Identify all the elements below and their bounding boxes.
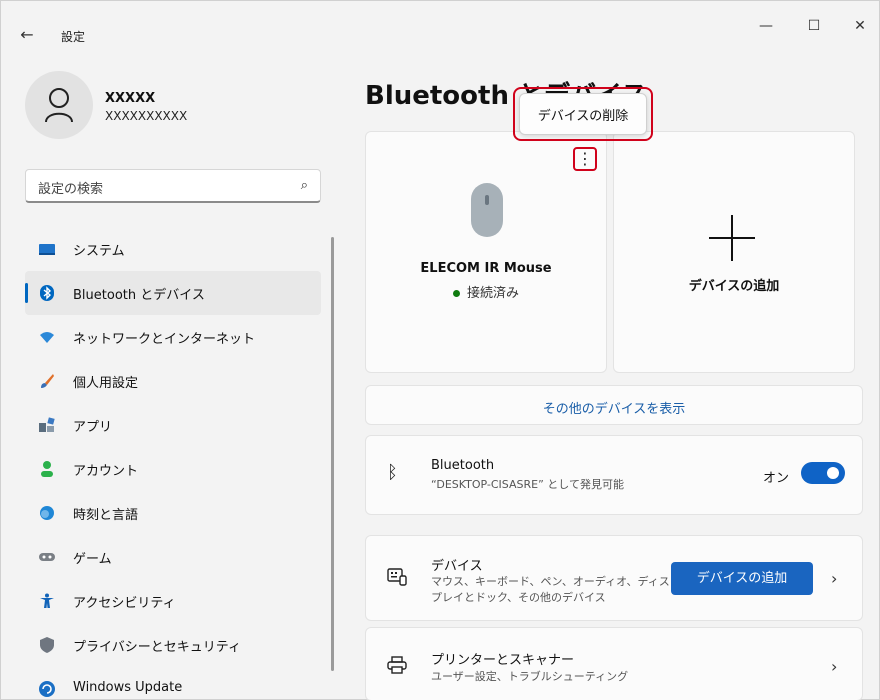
sidebar-item-label: ゲーム — [73, 552, 112, 567]
chevron-right-icon[interactable]: › — [831, 657, 837, 676]
plus-icon — [709, 215, 755, 261]
sidebar-item-label: アクセシビリティ — [73, 596, 176, 611]
system-icon — [39, 244, 55, 255]
sidebar-item-network[interactable]: ネットワークとインターネット — [25, 315, 321, 359]
bluetooth-toggle[interactable] — [801, 462, 845, 484]
sidebar-item-gaming[interactable]: ゲーム — [25, 535, 321, 579]
avatar[interactable] — [25, 71, 93, 139]
brush-icon — [41, 374, 54, 388]
sidebar-item-label: Bluetooth とデバイス — [73, 288, 205, 303]
add-device-card-label: デバイスの追加 — [688, 279, 780, 294]
sidebar-item-label: アプリ — [73, 420, 113, 435]
app-title: 設定 — [61, 30, 86, 44]
sidebar-item-label: ネットワークとインターネット — [73, 332, 256, 347]
shield-icon — [40, 637, 54, 653]
wifi-icon — [40, 332, 54, 343]
update-icon — [39, 681, 55, 697]
printers-title: プリンターとスキャナー — [431, 653, 575, 668]
toggle-knob — [827, 467, 839, 479]
user-name: XXXXX — [105, 91, 156, 106]
settings-window: ← 設定 — ☐ ✕ XXXXX XXXXXXXXXX 設定の検索 ⌕ システム… — [0, 0, 880, 700]
sidebar-item-windows-update[interactable]: Windows Update — [25, 667, 321, 700]
show-more-devices-label: その他のデバイスを表示 — [542, 402, 686, 417]
account-icon — [41, 461, 53, 477]
device-status: 接続済み — [365, 282, 607, 301]
mouse-icon — [471, 183, 503, 237]
chevron-right-icon[interactable]: › — [831, 569, 837, 588]
sidebar-item-apps[interactable]: アプリ — [25, 403, 321, 447]
device-status-text: 接続済み — [466, 286, 519, 301]
printer-icon — [387, 656, 407, 674]
back-icon[interactable]: ← — [15, 23, 39, 47]
sidebar-item-label: 個人用設定 — [73, 376, 139, 391]
sidebar-item-accounts[interactable]: アカウント — [25, 447, 321, 491]
sidebar-scrollbar[interactable] — [331, 237, 334, 671]
selection-indicator — [25, 283, 28, 303]
search-icon: ⌕ — [300, 178, 308, 193]
bluetooth-title: Bluetooth — [431, 458, 495, 473]
devices-description-line1: マウス、キーボード、ペン、オーディオ、ディス — [431, 575, 670, 588]
more-options-button[interactable]: ⋮ — [573, 147, 597, 171]
sidebar-item-personalization[interactable]: 個人用設定 — [25, 359, 321, 403]
search-placeholder: 設定の検索 — [38, 182, 104, 197]
add-device-button[interactable]: デバイスの追加 — [671, 562, 813, 595]
sidebar-item-bluetooth[interactable]: Bluetooth とデバイス — [25, 271, 321, 315]
sidebar-nav: システム Bluetooth とデバイス ネットワークとインターネット 個人用設… — [25, 227, 321, 700]
search-input[interactable]: 設定の検索 ⌕ — [25, 169, 321, 203]
apps-icon — [39, 417, 55, 432]
device-card[interactable] — [365, 131, 607, 373]
bluetooth-subtitle: “DESKTOP-CISASRE” として発見可能 — [431, 478, 624, 491]
bluetooth-state-label: オン — [763, 471, 790, 486]
highlight-box — [513, 87, 653, 141]
keyboard-device-icon — [387, 568, 407, 586]
connected-dot-icon — [452, 290, 460, 297]
sidebar-item-label: Windows Update — [73, 680, 183, 695]
bluetooth-icon: ᛒ — [387, 462, 398, 483]
devices-description-line2: プレイとドック、その他のデバイス — [431, 591, 606, 604]
maximize-button[interactable]: ☐ — [791, 11, 837, 41]
gamepad-icon — [39, 553, 55, 561]
sidebar-item-label: システム — [73, 244, 125, 259]
sidebar-item-system[interactable]: システム — [25, 227, 321, 271]
bluetooth-icon — [40, 285, 54, 301]
printers-subtitle: ユーザー設定、トラブルシューティング — [431, 670, 629, 683]
sidebar-item-label: アカウント — [73, 464, 139, 479]
close-button[interactable]: ✕ — [837, 11, 880, 41]
title-bar: ← 設定 — ☐ ✕ — [1, 1, 880, 61]
user-email: XXXXXXXXXX — [105, 109, 188, 123]
sidebar-item-privacy[interactable]: プライバシーとセキュリティ — [25, 623, 321, 667]
globe-clock-icon — [40, 506, 54, 520]
accessibility-icon — [40, 593, 54, 608]
sidebar-item-label: 時刻と言語 — [73, 508, 139, 523]
devices-title: デバイス — [431, 559, 483, 574]
sidebar-item-time-language[interactable]: 時刻と言語 — [25, 491, 321, 535]
mouse-wheel — [485, 195, 489, 205]
user-icon — [45, 88, 73, 123]
device-name: ELECOM IR Mouse — [420, 261, 552, 276]
sidebar-item-label: プライバシーとセキュリティ — [73, 640, 241, 655]
minimize-button[interactable]: — — [743, 11, 789, 41]
sidebar-item-accessibility[interactable]: アクセシビリティ — [25, 579, 321, 623]
